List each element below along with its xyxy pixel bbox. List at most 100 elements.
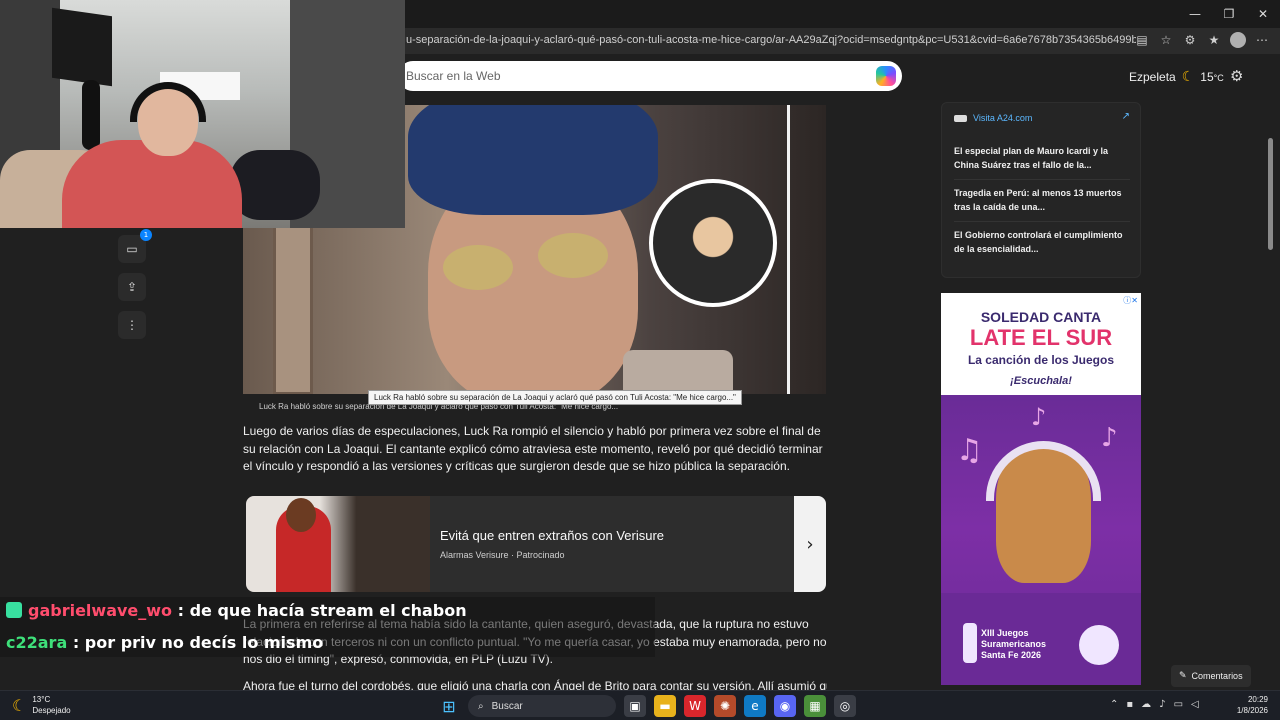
odesur-logo — [1079, 625, 1119, 665]
promo-sponsor-line: Alarmas Verisure · Patrocinado — [440, 550, 565, 560]
taskbar-clock[interactable]: 20:29 1/8/2026 — [1232, 694, 1268, 716]
webcam-panel — [52, 7, 112, 87]
hair-shape — [408, 105, 658, 215]
music-note-icon: ♪ — [1031, 403, 1047, 431]
close-button[interactable]: ✕ — [1246, 0, 1280, 28]
comment-count-badge: 1 — [140, 229, 152, 241]
news-divider — [954, 179, 1130, 180]
headphones-shape — [986, 441, 1101, 501]
obs-icon[interactable]: ◎ — [834, 695, 856, 717]
more-vertical-icon: ⋮ — [126, 318, 138, 332]
webcam-jacket — [230, 150, 320, 220]
app-sun-icon[interactable]: ✺ — [714, 695, 736, 717]
news-item[interactable]: El Gobierno controlará el cumplimiento d… — [954, 229, 1132, 256]
minimize-button[interactable]: — — [1178, 0, 1212, 28]
promo-title: Evitá que entren extraños con Verisure — [440, 528, 665, 543]
comments-button-label: Comentarios — [1191, 671, 1243, 681]
chevron-right-icon[interactable]: › — [794, 496, 826, 592]
ad-line-3: La canción de los Juegos — [967, 353, 1115, 367]
windows-start-icon[interactable]: ⊞ — [438, 695, 460, 717]
file-explorer-icon[interactable]: ▬ — [654, 695, 676, 717]
taskbar-apps: ⊞ ⌕ Buscar ▣ ▬ W ✺ e ◉ ▦ ◎ — [438, 695, 856, 717]
taskbar-search-label: Buscar — [491, 700, 523, 712]
comments-rail-button[interactable]: ▭ 1 — [118, 229, 152, 263]
web-search-box[interactable]: Buscar en la Web — [398, 61, 902, 91]
tray-app-icon[interactable]: ▪ — [1126, 699, 1133, 710]
advertisement-banner[interactable]: ⓘ✕ SOLEDAD CANTA LATE EL SUR La canción … — [941, 293, 1141, 685]
more-menu-icon[interactable]: ⋯ — [1254, 32, 1270, 48]
ad-event-name: XIII Juegos Suramericanos Santa Fe 2026 — [981, 628, 1047, 660]
ad-line-4: ¡Escuchala! — [1010, 375, 1072, 387]
office-app-icon[interactable]: W — [684, 695, 706, 717]
microphone-icon[interactable]: ♪ — [1159, 699, 1165, 710]
copilot-icon[interactable] — [876, 66, 896, 86]
promo-image — [246, 496, 430, 592]
chat-badge-icon — [6, 602, 22, 618]
a24-logo — [954, 114, 967, 122]
taskbar-weather-temp: 13°C — [32, 695, 51, 704]
task-view-icon[interactable]: ▣ — [624, 695, 646, 717]
minecraft-icon[interactable]: ▦ — [804, 695, 826, 717]
chevron-up-icon[interactable]: ⌃ — [1110, 699, 1118, 710]
moon-icon: ☾ — [12, 695, 27, 715]
reader-mode-icon[interactable]: ▤ — [1134, 32, 1150, 48]
taskbar-weather-desc: Despejado — [32, 706, 71, 715]
webcam-overlay — [0, 0, 405, 228]
system-tray: ⌃ ▪ ☁ ♪ ▭ ◁ — [1110, 699, 1199, 710]
webcam-guitar — [82, 80, 100, 150]
article-paragraph-1: Luego de varios días de especulaciones, … — [243, 424, 823, 473]
header-weather[interactable]: Ezpeleta ☾ 15°C — [1129, 69, 1224, 85]
news-item[interactable]: El especial plan de Mauro Icardi y la Ch… — [954, 145, 1132, 172]
news-divider — [954, 221, 1130, 222]
chat-username: c22ara — [6, 633, 68, 652]
taskbar-weather-text: 13°C Despejado — [32, 694, 70, 716]
phone-shape — [623, 350, 733, 394]
moon-icon: ☾ — [1181, 69, 1195, 85]
chat-text: : por priv no decís lo mismo — [72, 633, 324, 652]
comments-icon: ✎ — [1179, 671, 1187, 681]
ad-line-2: LATE EL SUR — [969, 325, 1113, 350]
source-news-card: Visita A24.com ↗ El especial plan de Mau… — [941, 102, 1141, 278]
external-link-icon[interactable]: ↗ — [1122, 111, 1130, 122]
webcam-streamer-shirt — [62, 140, 242, 228]
location-label: Ezpeleta — [1129, 70, 1176, 84]
comments-button[interactable]: ✎ Comentarios — [1171, 665, 1251, 687]
profile-avatar[interactable] — [1230, 32, 1246, 48]
taskbar-weather[interactable]: ☾ 13°C Despejado — [12, 694, 71, 716]
source-link[interactable]: Visita A24.com — [954, 113, 1032, 123]
stream-chat-overlay: gabrielwave_wo : de que hacía stream el … — [0, 597, 655, 657]
promo-person-head — [286, 498, 316, 532]
caption-tooltip: Luck Ra habló sobre su separación de La … — [368, 390, 742, 405]
onedrive-icon[interactable]: ☁ — [1141, 699, 1151, 710]
header-temperature: 15°C — [1200, 70, 1224, 84]
ad-line-1: SOLEDAD CANTA — [980, 309, 1102, 325]
more-options-button[interactable]: ⋮ — [118, 311, 146, 339]
source-label: Visita A24.com — [973, 113, 1033, 123]
volume-icon[interactable]: ◁ — [1191, 699, 1199, 710]
restore-button[interactable]: ❐ — [1212, 0, 1246, 28]
network-icon[interactable]: ▭ — [1174, 699, 1183, 710]
music-note-icon: ♫ — [956, 433, 983, 468]
gear-icon[interactable]: ⚙ — [1230, 67, 1243, 85]
share-icon: ⇪ — [126, 280, 138, 294]
taskbar-search[interactable]: ⌕ Buscar — [468, 695, 616, 717]
eye-patch-right — [538, 233, 608, 278]
url-field[interactable]: u-separación-de-la-joaqui-y-aclaró-qué-p… — [406, 34, 1136, 46]
address-bar-icons: ▤ ☆ ⚙ ★ ⋯ — [1134, 32, 1270, 48]
image-divider — [787, 105, 790, 394]
share-button[interactable]: ⇪ — [118, 273, 146, 301]
article-paragraph-3: Ahora fue el turno del cordobés, que eli… — [243, 679, 827, 690]
inset-portrait — [649, 179, 777, 307]
sponsored-promo-card[interactable]: Evitá que entren extraños con Verisure A… — [246, 496, 826, 592]
extensions-icon[interactable]: ⚙ — [1182, 32, 1198, 48]
news-item[interactable]: Tragedia en Perú: al menos 13 muertos tr… — [954, 187, 1132, 214]
discord-icon[interactable]: ◉ — [774, 695, 796, 717]
adchoices-icon[interactable]: ⓘ✕ — [1123, 295, 1138, 306]
favorites-icon[interactable]: ★ — [1206, 32, 1222, 48]
page-scrollbar[interactable] — [1268, 138, 1273, 250]
chat-message: c22ara : por priv no decís lo mismo — [6, 633, 323, 652]
article-action-rail: ▭ 1 ⇪ ⋮ — [118, 229, 152, 339]
chat-text: : de que hacía stream el chabon — [177, 601, 467, 620]
favorite-star-icon[interactable]: ☆ — [1158, 32, 1174, 48]
edge-browser-icon[interactable]: e — [744, 695, 766, 717]
